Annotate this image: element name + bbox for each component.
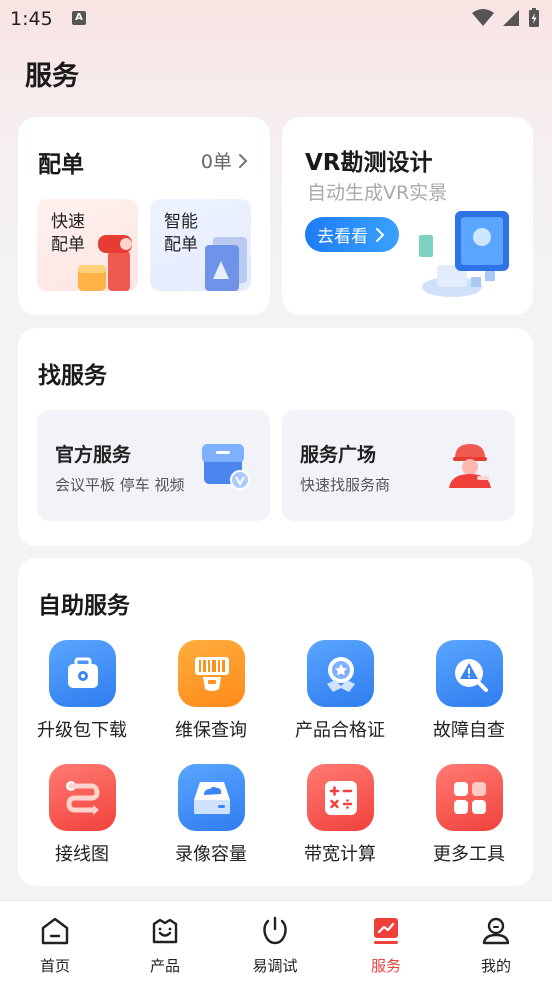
status-time: 1:45 (10, 8, 53, 30)
vr-go-button[interactable]: 去看看 (305, 217, 399, 252)
nav-service[interactable]: 服务 (331, 901, 441, 983)
status-icons (472, 8, 540, 28)
bandwidth-calc-button[interactable]: 带宽计算 (276, 764, 404, 874)
warning-search-icon (436, 640, 503, 707)
grid-label: 带宽计算 (304, 844, 376, 865)
self-service-title: 自助服务 (38, 593, 130, 619)
find-service-card: 找服务 官方服务 会议平板 停车 视频 服务广场 快速找服务商 (18, 328, 533, 546)
calculator-icon (307, 764, 374, 831)
grid-label: 产品合格证 (295, 720, 385, 741)
recording-capacity-button[interactable]: 录像容量 (147, 764, 275, 874)
nav-product-label: 产品 (149, 957, 180, 975)
certificate-badge-icon (307, 640, 374, 707)
more-grid-icon (436, 764, 503, 831)
vr-illustration-icon (419, 211, 509, 297)
official-service-button[interactable]: 官方服务 会议平板 停车 视频 (37, 410, 270, 521)
nav-debug[interactable]: 易调试 (220, 901, 330, 983)
home-icon (41, 917, 69, 945)
storage-cloud-icon (178, 764, 245, 831)
vr-subtitle: 自动生成VR实景 (307, 182, 448, 204)
nav-home-label: 首页 (39, 957, 70, 975)
service-square-title: 服务广场 (300, 444, 377, 466)
smart-peidan-button[interactable]: 智能配单 (150, 199, 251, 291)
nav-profile[interactable]: 我的 (441, 901, 551, 983)
vr-go-label: 去看看 (317, 227, 368, 247)
grid-label: 录像容量 (175, 844, 247, 865)
product-icon (152, 918, 178, 944)
grid-label: 更多工具 (433, 844, 505, 865)
peidan-card[interactable]: 配单 0单 快速配单 智能配单 (18, 117, 270, 315)
wiring-icon (49, 764, 116, 831)
chevron-right-icon (239, 153, 248, 168)
nav-service-label: 服务 (370, 957, 401, 975)
camera-cubes-icon (78, 235, 132, 291)
bottom-nav: 首页 产品 易调试 服务 我的 (0, 900, 552, 983)
grid-label: 接线图 (55, 844, 109, 865)
peidan-count: 0单 (200, 151, 232, 173)
nav-home[interactable]: 首页 (0, 901, 110, 983)
self-service-card: 自助服务 升级包下载 维保查询 产品合格证 故障自查 接线图 录像容量 带宽计算… (18, 558, 533, 886)
grid-label: 故障自查 (433, 720, 505, 741)
battery-icon (529, 8, 539, 27)
vr-title: VR勘测设计 (305, 150, 433, 176)
peidan-count-link[interactable]: 0单 (201, 147, 248, 174)
upgrade-download-button[interactable]: 升级包下载 (18, 640, 146, 750)
notification-a-icon: A (72, 11, 86, 25)
service-square-subtitle: 快速找服务商 (300, 476, 391, 494)
page-title: 服务 (25, 61, 79, 92)
nav-debug-label: 易调试 (252, 957, 298, 975)
document-stack-icon (205, 237, 247, 291)
vr-card[interactable]: VR勘测设计 自动生成VR实景 去看看 (282, 117, 533, 315)
debug-icon (263, 916, 287, 945)
find-service-title: 找服务 (38, 363, 107, 389)
grid-label: 升级包下载 (37, 720, 127, 741)
peidan-title: 配单 (38, 152, 84, 178)
profile-icon (482, 917, 510, 945)
official-service-title: 官方服务 (55, 444, 132, 466)
signal-icon (503, 10, 519, 26)
fault-check-button[interactable]: 故障自查 (405, 640, 533, 750)
more-tools-button[interactable]: 更多工具 (405, 764, 533, 874)
quick-peidan-button[interactable]: 快速配单 (37, 199, 138, 291)
worker-icon (449, 444, 491, 488)
product-certificate-button[interactable]: 产品合格证 (276, 640, 404, 750)
nav-profile-label: 我的 (480, 957, 511, 975)
service-square-button[interactable]: 服务广场 快速找服务商 (282, 410, 515, 521)
warranty-query-button[interactable]: 维保查询 (147, 640, 275, 750)
wifi-icon (472, 9, 494, 26)
status-bar: 1:45 A (0, 0, 552, 38)
nav-product[interactable]: 产品 (110, 901, 220, 983)
official-service-subtitle: 会议平板 停车 视频 (55, 476, 185, 494)
barcode-scan-icon (178, 640, 245, 707)
toolbox-icon (49, 640, 116, 707)
service-icon (374, 918, 398, 944)
store-icon (202, 444, 250, 490)
chevron-right-icon (376, 227, 385, 242)
grid-label: 维保查询 (175, 720, 247, 741)
wiring-diagram-button[interactable]: 接线图 (18, 764, 146, 874)
